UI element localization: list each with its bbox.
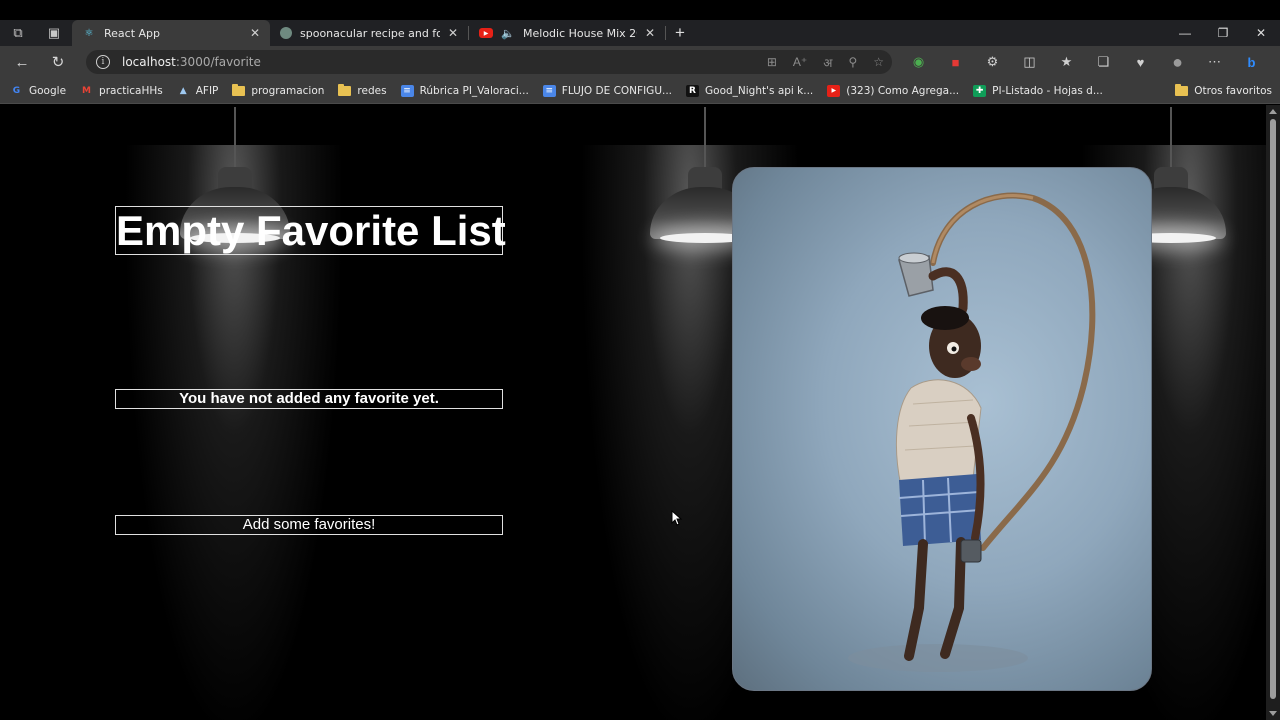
split-screen-icon[interactable]: ◫: [1011, 54, 1048, 70]
read-aloud-icon[interactable]: A⁺: [793, 55, 807, 69]
tab-actions-icon[interactable]: ▣: [36, 20, 72, 46]
bookmark-good-night[interactable]: R Good_Night's api k...: [686, 84, 814, 97]
add-favorites-link[interactable]: Add some favorites!: [115, 515, 503, 535]
tab-title: React App: [104, 26, 161, 40]
profile-avatar-icon[interactable]: ●: [1159, 52, 1196, 73]
favorites-icon[interactable]: ★: [1048, 54, 1085, 70]
scroll-up-icon[interactable]: [1269, 109, 1277, 114]
bookmark-practicahhs[interactable]: MpracticaHHs: [80, 85, 163, 97]
url-host: localhost: [122, 55, 176, 69]
extensions-icon[interactable]: ⚙: [974, 54, 1011, 70]
scroll-down-icon[interactable]: [1269, 711, 1277, 716]
folder-icon: [1175, 84, 1189, 96]
app-available-icon[interactable]: ⊞: [767, 55, 777, 69]
performance-icon[interactable]: ♥: [1122, 55, 1159, 70]
new-tab-icon[interactable]: +: [666, 20, 694, 46]
bookmark-programacion[interactable]: programacion: [232, 83, 325, 97]
window-controls: — ❐ ✕: [1166, 20, 1280, 46]
restore-icon[interactable]: ❐: [1204, 20, 1242, 46]
favorite-star-icon[interactable]: ☆: [873, 55, 884, 69]
address-bar-icons: ⊞ A⁺ अ ⚲ ☆: [767, 50, 884, 74]
close-icon[interactable]: ✕: [248, 26, 262, 40]
close-icon[interactable]: ✕: [446, 26, 460, 40]
tab-melodic-house[interactable]: ▶ 🔈 Melodic House Mix 2022 | E ✕: [469, 20, 665, 46]
bookmark-label: practicaHHs: [99, 84, 163, 97]
bookmark-pi-listado[interactable]: ✚ PI-Listado - Hojas d...: [973, 84, 1103, 97]
info-icon[interactable]: i: [96, 55, 110, 69]
tab-title: Melodic House Mix 2022 | E: [523, 26, 637, 40]
minimize-icon[interactable]: —: [1166, 20, 1204, 46]
speaker-icon[interactable]: 🔈: [501, 26, 515, 40]
sheets-icon: ✚: [973, 84, 987, 97]
back-arrow-icon[interactable]: ←: [4, 46, 40, 78]
folder-icon: [338, 83, 352, 96]
r-icon: R: [686, 84, 700, 97]
afip-icon: ▲: [179, 85, 187, 96]
bookmark-google[interactable]: G Google: [10, 85, 66, 97]
site-icon: [280, 27, 292, 39]
close-icon[interactable]: ✕: [643, 26, 657, 40]
page-content: Empty Favorite List You have not added a…: [0, 105, 1266, 720]
top-strip: [0, 0, 1280, 20]
url-text: localhost:3000/favorite: [122, 55, 261, 69]
url-path: :3000/favorite: [175, 55, 261, 69]
docs-icon: ≡: [400, 84, 414, 97]
bookmark-label: Google: [29, 84, 67, 97]
bookmark-afip[interactable]: ▲ AFIP: [177, 85, 219, 97]
bookmark-label: Good_Night's api k...: [705, 84, 814, 97]
toolbar-icons: ◉ ■ ⚙ ◫ ★ ❏ ♥ ● ⋯ b: [900, 46, 1270, 78]
youtube-icon: ▶: [479, 28, 493, 38]
bookmark-flujo[interactable]: ≡ FLUJO DE CONFIGU...: [542, 84, 673, 97]
reload-icon[interactable]: ↻: [40, 46, 76, 78]
extension-red-icon[interactable]: ■: [937, 55, 974, 70]
scrollbar-thumb[interactable]: [1270, 119, 1276, 699]
bookmark-label: FLUJO DE CONFIGU...: [561, 84, 673, 97]
bookmark-youtube[interactable]: ▶ (323) Como Agrega...: [827, 84, 960, 97]
bookmark-label: AFIP: [195, 84, 219, 97]
bing-icon[interactable]: b: [1233, 55, 1270, 70]
other-bookmarks[interactable]: Otros favoritos: [1175, 78, 1272, 104]
docs-icon: ≡: [542, 84, 556, 97]
google-icon: G: [12, 85, 21, 96]
bookmark-label: Rúbrica PI_Valoraci...: [419, 84, 529, 97]
bookmark-label: PI-Listado - Hojas d...: [992, 84, 1103, 97]
bookmark-label: (323) Como Agrega...: [846, 84, 960, 97]
window-close-icon[interactable]: ✕: [1242, 20, 1280, 46]
page-title: Empty Favorite List: [115, 206, 506, 255]
tea-pouring-character-illustration: [848, 192, 1096, 672]
extension-green-icon[interactable]: ◉: [900, 54, 937, 70]
tab-bar: ⧉ ▣ ⚛ React App ✕ spoonacular recipe and…: [0, 20, 1280, 46]
empty-message: You have not added any favorite yet.: [115, 389, 503, 409]
bookmark-label: programacion: [251, 84, 325, 97]
other-bookmarks-label: Otros favoritos: [1194, 85, 1272, 97]
address-bar[interactable]: i localhost:3000/favorite ⊞ A⁺ अ ⚲ ☆: [86, 50, 892, 74]
react-icon: ⚛: [84, 27, 94, 39]
tab-title: spoonacular recipe and food API: [300, 26, 440, 40]
gmail-icon: M: [82, 85, 92, 96]
bookmark-label: redes: [357, 84, 387, 97]
illustration-image: [732, 167, 1152, 691]
translate-icon[interactable]: अ: [823, 54, 832, 71]
bookmark-redes[interactable]: redes: [338, 83, 387, 97]
tab-spoonacular[interactable]: spoonacular recipe and food API ✕: [270, 20, 468, 46]
navigation-bar: ← ↻ i localhost:3000/favorite ⊞ A⁺ अ ⚲ ☆…: [0, 46, 1280, 78]
bookmarks-bar: G Google MpracticaHHs ▲ AFIP programacion …: [0, 78, 1280, 104]
page-scrollbar[interactable]: [1266, 105, 1280, 720]
collections-icon[interactable]: ❏: [1085, 54, 1122, 70]
youtube-icon: ▶: [827, 84, 841, 97]
settings-more-icon[interactable]: ⋯: [1196, 54, 1233, 70]
workspaces-icon[interactable]: ⧉: [0, 20, 36, 46]
zoom-icon[interactable]: ⚲: [848, 55, 857, 69]
tab-react-app[interactable]: ⚛ React App ✕: [72, 20, 270, 46]
bookmark-rubrica[interactable]: ≡ Rúbrica PI_Valoraci...: [400, 84, 529, 97]
folder-icon: [232, 83, 246, 96]
